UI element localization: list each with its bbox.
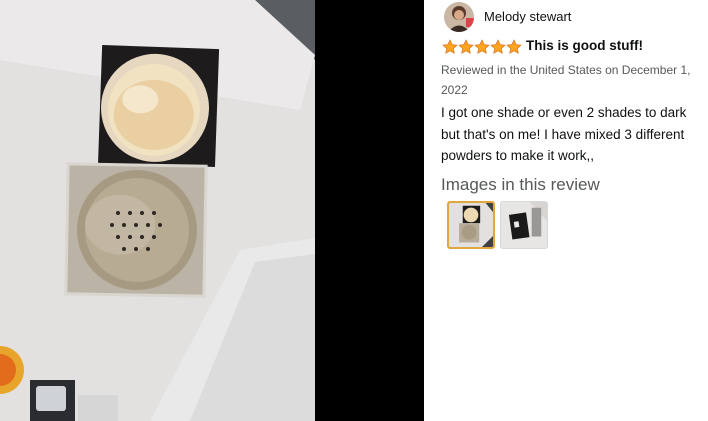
- star-icon: [474, 39, 490, 54]
- review-date: Reviewed in the United States on Decembe…: [441, 63, 691, 97]
- review-image-thumbnail-2[interactable]: [500, 201, 548, 249]
- reviewer-name[interactable]: Melody stewart: [484, 9, 571, 24]
- review-body: I got one shade or even 2 shades to dark…: [441, 105, 687, 163]
- star-rating[interactable]: [442, 39, 522, 55]
- review-image-thumbnail-1[interactable]: [447, 201, 495, 249]
- avatar[interactable]: [444, 2, 474, 32]
- review-title[interactable]: This is good stuff!: [526, 38, 643, 53]
- review-photo: [0, 0, 315, 421]
- star-icon: [442, 39, 458, 54]
- star-icon: [506, 39, 522, 54]
- star-icon: [490, 39, 506, 54]
- images-section-heading: Images in this review: [441, 175, 600, 194]
- photo-letterbox: [315, 0, 424, 421]
- star-icon: [458, 39, 474, 54]
